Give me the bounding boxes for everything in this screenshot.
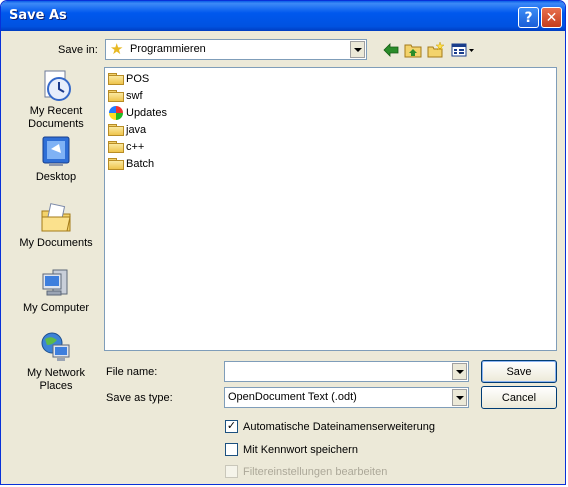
back-button[interactable] xyxy=(382,42,400,58)
checkmark-icon: ✓ xyxy=(226,420,237,432)
place-label-line1: My Computer xyxy=(22,302,90,314)
folder-icon xyxy=(108,141,124,153)
place-label-line1: My Network xyxy=(26,367,86,379)
view-menu-button[interactable] xyxy=(450,42,476,58)
filename-label: File name: xyxy=(106,366,158,378)
save-as-dialog: Save As ? ✕ Save in: ★ Programmieren My … xyxy=(0,0,566,485)
file-name: POS xyxy=(126,73,150,85)
new-folder-button[interactable] xyxy=(427,42,445,58)
help-icon: ? xyxy=(524,9,533,26)
checkbox-box xyxy=(225,465,238,478)
back-arrow-icon xyxy=(383,43,399,57)
list-item[interactable]: Batch xyxy=(108,156,154,172)
chevron-down-icon[interactable] xyxy=(350,41,365,58)
checkbox-box[interactable]: ✓ xyxy=(225,420,238,433)
chevron-down-icon[interactable] xyxy=(452,389,467,406)
file-list[interactable]: POS swf Updates java c++ Batch xyxy=(104,67,557,351)
checkbox-label: Filtereinstellungen bearbeiten xyxy=(243,465,388,478)
view-menu-icon xyxy=(451,43,474,57)
recent-documents-icon xyxy=(39,69,73,103)
list-item[interactable]: swf xyxy=(108,88,143,104)
dialog-title: Save As xyxy=(9,8,67,23)
save-button-label: Save xyxy=(506,365,532,378)
save-as-type-dropdown[interactable]: OpenDocument Text (.odt) xyxy=(224,387,469,408)
checkbox-box[interactable] xyxy=(225,443,238,456)
file-name: c++ xyxy=(126,141,145,153)
place-label-line1: My Recent xyxy=(29,105,83,117)
checkbox-label: Automatische Dateinamenserweiterung xyxy=(243,420,435,433)
save-in-dropdown[interactable]: ★ Programmieren xyxy=(105,39,367,60)
checkbox-label: Mit Kennwort speichern xyxy=(243,443,358,456)
up-folder-button[interactable] xyxy=(404,42,422,58)
folder-icon xyxy=(108,73,124,85)
places-bar: My Recent Documents Desktop My Documents… xyxy=(14,65,98,401)
cancel-button-label: Cancel xyxy=(501,391,537,404)
network-places-icon xyxy=(39,331,73,365)
new-folder-icon xyxy=(427,42,445,58)
save-as-type-label: Save as type: xyxy=(106,392,173,404)
save-in-label: Save in: xyxy=(58,44,98,56)
file-name: Batch xyxy=(126,158,155,170)
up-folder-icon xyxy=(404,44,422,58)
save-in-value: Programmieren xyxy=(130,43,206,55)
place-desktop[interactable]: Desktop xyxy=(14,135,98,184)
place-label-line2: Documents xyxy=(28,118,84,130)
list-item[interactable]: c++ xyxy=(108,139,144,155)
file-name: Updates xyxy=(126,107,167,119)
place-my-network-places[interactable]: My Network Places xyxy=(14,331,98,393)
place-label-line1: My Documents xyxy=(19,237,93,249)
star-folder-icon: ★ xyxy=(110,41,124,58)
list-item[interactable]: POS xyxy=(108,71,149,87)
filename-field[interactable] xyxy=(224,361,469,382)
auto-extension-checkbox[interactable]: ✓ Automatische Dateinamenserweiterung xyxy=(225,420,435,433)
close-button[interactable]: ✕ xyxy=(541,7,562,28)
save-button[interactable]: Save xyxy=(481,360,557,383)
filter-settings-checkbox: Filtereinstellungen bearbeiten xyxy=(225,465,387,478)
globe-icon xyxy=(109,106,123,120)
title-bar[interactable]: Save As ? ✕ xyxy=(1,1,565,31)
save-as-type-value: OpenDocument Text (.odt) xyxy=(228,391,357,403)
file-name: swf xyxy=(126,90,143,102)
my-documents-icon xyxy=(39,201,73,235)
place-my-computer[interactable]: My Computer xyxy=(14,266,98,315)
list-item[interactable]: java xyxy=(108,122,146,138)
close-icon: ✕ xyxy=(545,9,558,26)
list-item[interactable]: Updates xyxy=(108,105,167,121)
place-my-documents[interactable]: My Documents xyxy=(14,201,98,250)
help-button[interactable]: ? xyxy=(518,7,539,28)
my-computer-icon xyxy=(39,266,73,300)
folder-icon xyxy=(108,124,124,136)
chevron-down-icon[interactable] xyxy=(452,363,467,380)
place-label-line1: Desktop xyxy=(35,171,77,183)
place-label-line2: Places xyxy=(39,380,73,392)
password-checkbox[interactable]: Mit Kennwort speichern xyxy=(225,443,358,456)
desktop-icon xyxy=(39,135,73,169)
folder-icon xyxy=(108,90,124,102)
place-my-recent-documents[interactable]: My Recent Documents xyxy=(14,69,98,131)
cancel-button[interactable]: Cancel xyxy=(481,386,557,409)
file-name: java xyxy=(126,124,147,136)
folder-icon xyxy=(108,158,124,170)
